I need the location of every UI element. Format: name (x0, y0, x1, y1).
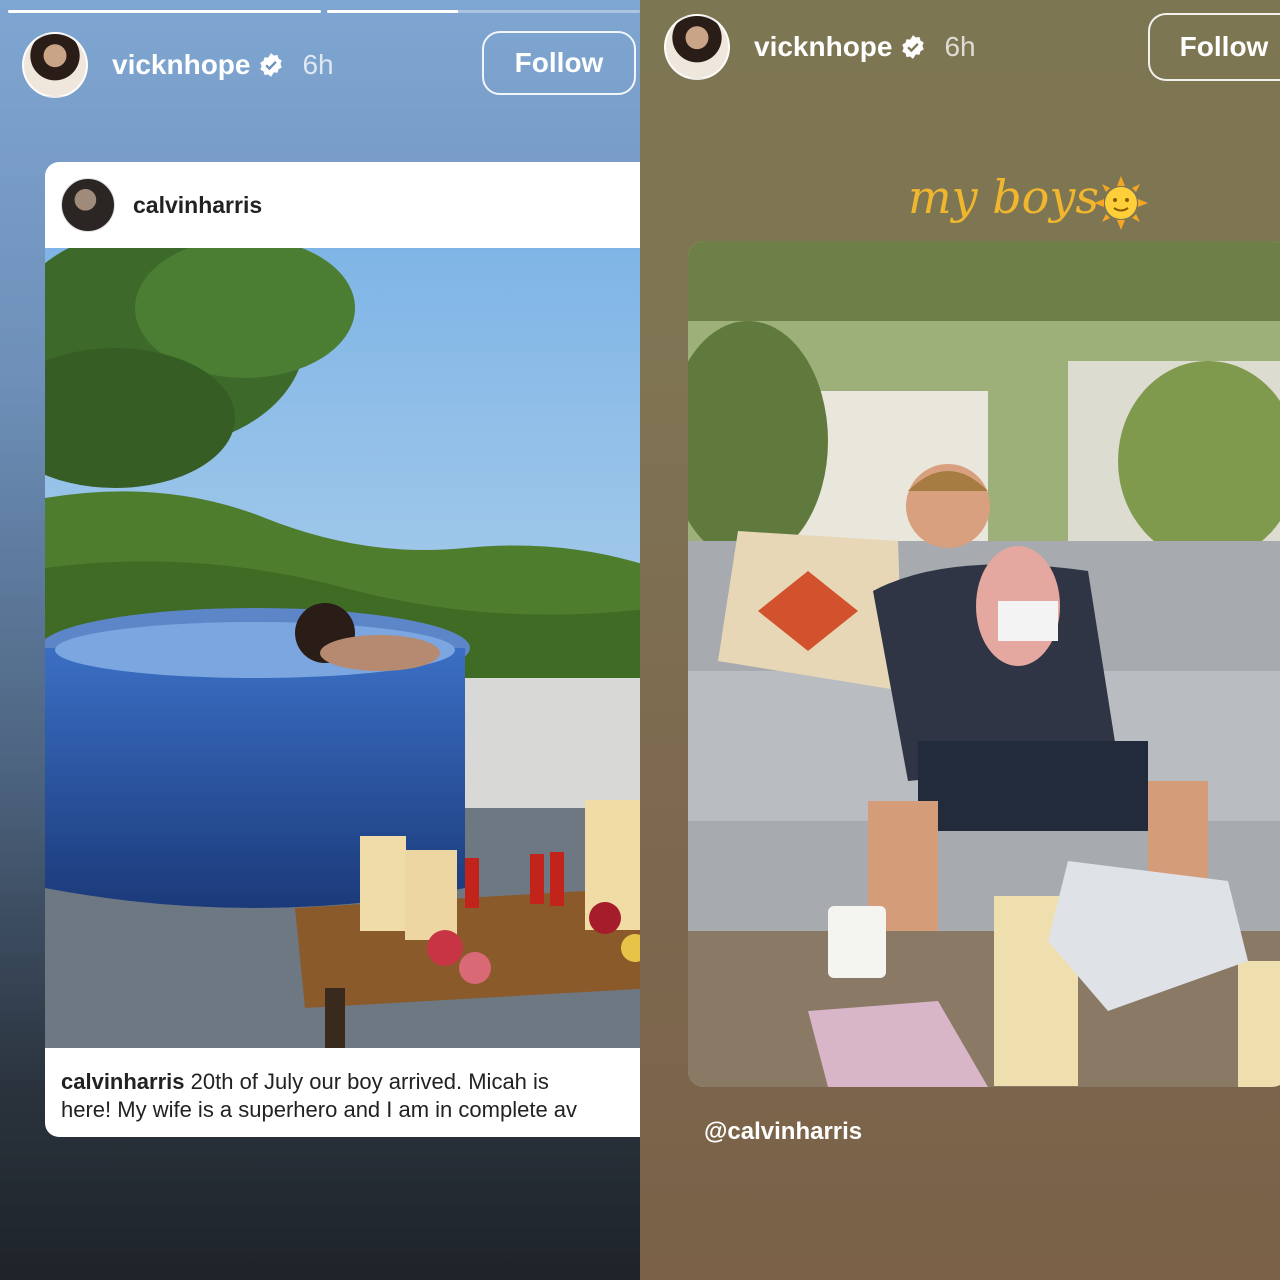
story-left[interactable]: vicknhope 6h Follow calvinharris calvinh… (0, 0, 640, 1280)
caption-username[interactable]: calvinharris (61, 1069, 185, 1094)
follow-button[interactable]: Follow (1148, 13, 1280, 81)
story-username[interactable]: vicknhope (112, 49, 250, 81)
verified-badge-icon (260, 53, 283, 77)
post-avatar[interactable] (61, 178, 115, 232)
mention-sticker[interactable]: @calvinharris (704, 1118, 862, 1146)
story-photo (688, 241, 1280, 1087)
progress-segment (327, 10, 640, 13)
story-header: vicknhope 6h (664, 14, 976, 80)
story-right[interactable]: vicknhope 6h Follow my boys @calvinharri… (640, 0, 1280, 1280)
follow-button[interactable]: Follow (482, 31, 636, 95)
story-time: 6h (302, 49, 334, 80)
avatar[interactable] (22, 32, 88, 98)
caption-line-1: 20th of July our boy arrived. Micah is (190, 1069, 549, 1094)
post-photo (45, 248, 640, 1048)
verified-badge-icon (902, 35, 925, 59)
shared-post-card[interactable]: calvinharris calvinharris 20th of July o… (45, 162, 640, 1137)
progress-segment (8, 10, 321, 13)
post-header: calvinharris (45, 162, 640, 248)
story-username[interactable]: vicknhope (754, 31, 892, 63)
story-progress-bar (8, 10, 640, 13)
story-time: 6h (944, 31, 976, 62)
story-header: vicknhope 6h (22, 32, 334, 98)
sun-emoji-icon[interactable] (1094, 176, 1148, 230)
post-caption: calvinharris 20th of July our boy arrive… (61, 1068, 640, 1124)
text-sticker[interactable]: my boys (908, 170, 1099, 224)
avatar[interactable] (664, 14, 730, 80)
caption-line-2: here! My wife is a superhero and I am in… (61, 1097, 578, 1122)
post-username[interactable]: calvinharris (133, 192, 262, 219)
